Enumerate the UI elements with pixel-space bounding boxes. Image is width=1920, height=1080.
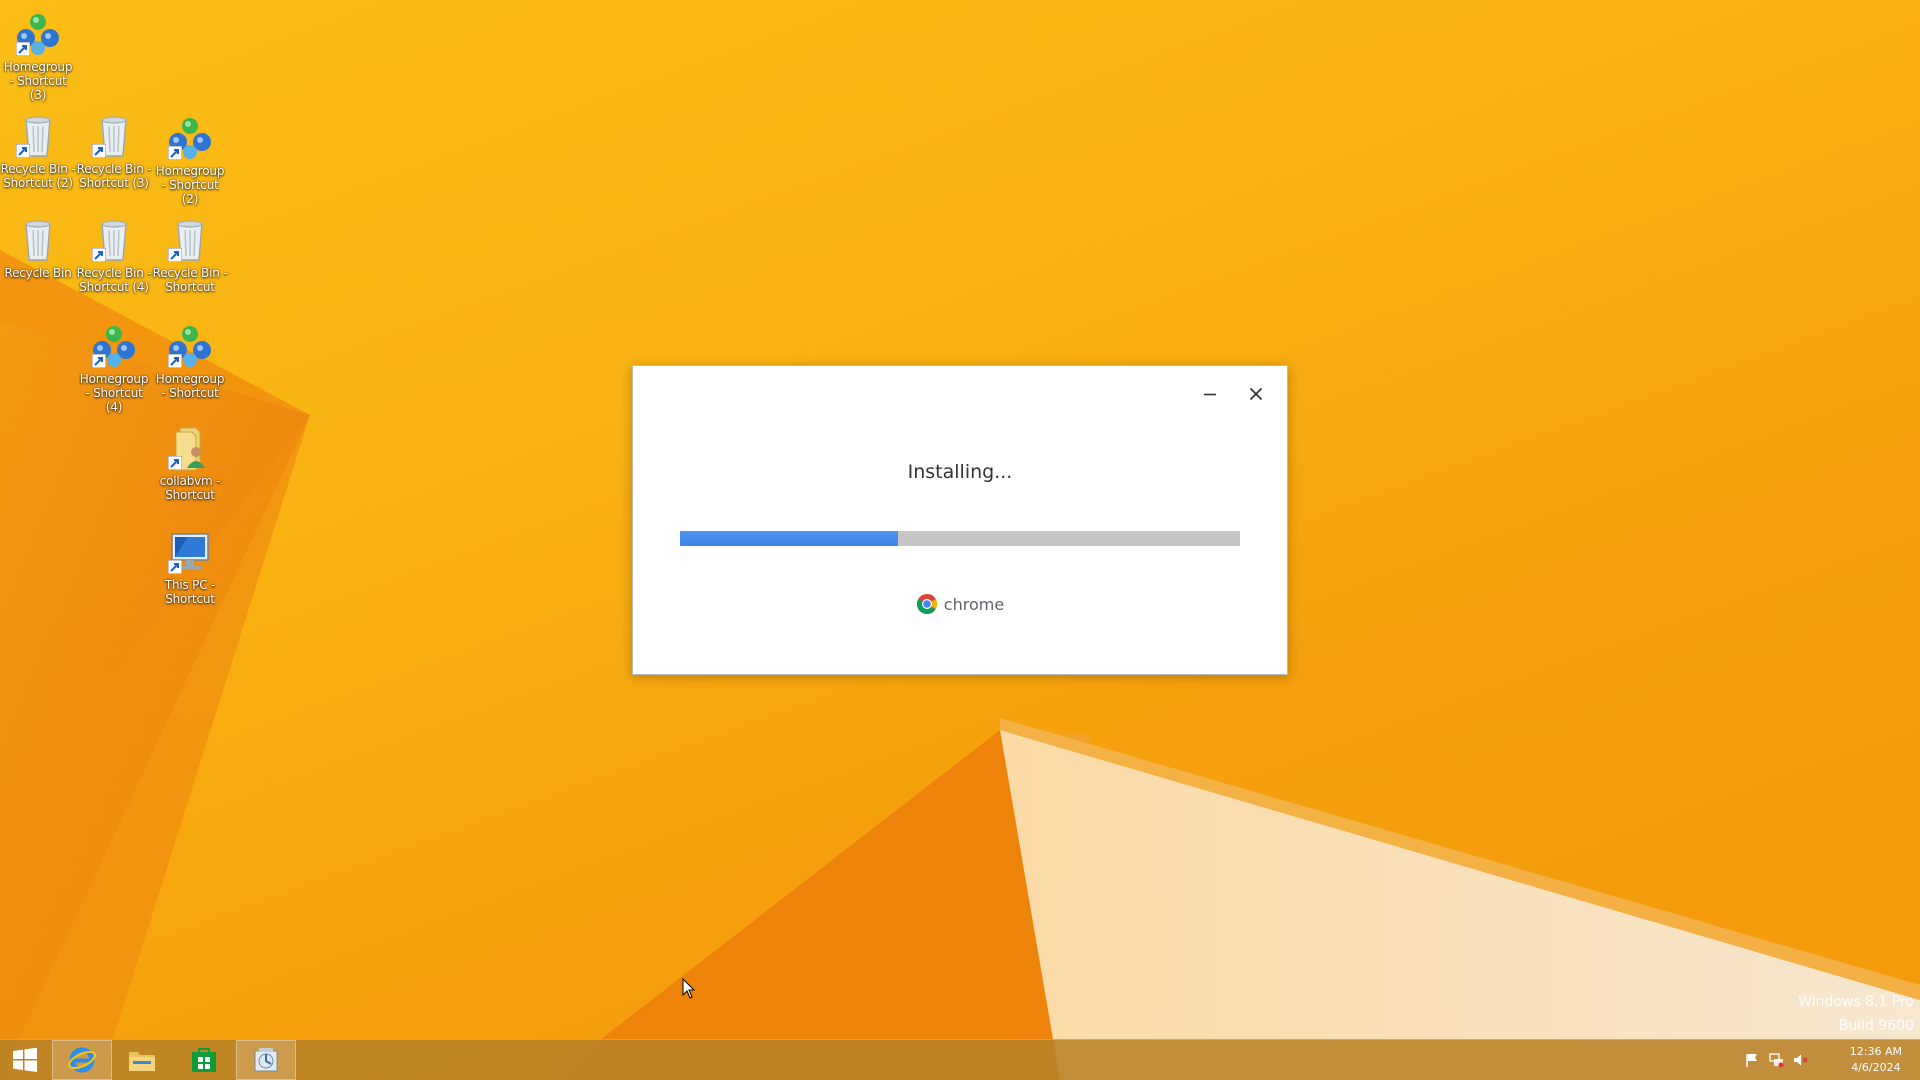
action-center-flag-icon[interactable] <box>1744 1052 1760 1068</box>
desktop-icon-label: Recycle Bin - Shortcut (4) <box>76 266 152 294</box>
user-folder-icon <box>166 424 214 472</box>
chrome-installer-icon <box>254 1048 278 1072</box>
chrome-brand: chrome <box>633 593 1287 615</box>
desktop-icon-label: Recycle Bin - Shortcut (3) <box>76 162 152 190</box>
shortcut-arrow-icon <box>168 354 182 368</box>
recycle-bin-icon <box>14 216 62 264</box>
minimize-icon <box>1204 393 1216 396</box>
store-icon <box>192 1048 216 1072</box>
watermark-edition: Windows 8.1 Pro <box>1798 994 1914 1010</box>
homegroup-icon <box>90 322 138 370</box>
start-icon <box>13 1047 37 1072</box>
taskbar-file-explorer[interactable] <box>112 1040 172 1080</box>
start-button[interactable] <box>0 1040 50 1080</box>
install-progress-fill <box>680 531 899 546</box>
recycle-bin-icon <box>90 216 138 264</box>
desktop-icon-homegroup-shortcut-4[interactable]: Homegroup - Shortcut (4) <box>76 322 152 414</box>
desktop-icon-recycle-bin-shortcut-4[interactable]: Recycle Bin - Shortcut (4) <box>76 216 152 294</box>
shortcut-arrow-icon <box>16 144 30 158</box>
volume-muted-icon[interactable] <box>1792 1052 1808 1068</box>
desktop-icon-label: Homegroup - Shortcut (2) <box>155 164 225 206</box>
desktop-icon-label: Homegroup - Shortcut (3) <box>3 60 73 102</box>
close-icon <box>1249 387 1263 401</box>
desktop-icon-label: This PC - Shortcut <box>164 578 216 606</box>
network-icon[interactable] <box>1768 1052 1784 1068</box>
clock-date: 4/6/2024 <box>1851 1061 1901 1074</box>
shortcut-arrow-icon <box>168 456 182 470</box>
shortcut-arrow-icon <box>168 248 182 262</box>
desktop-icon-label: Recycle Bin - Shortcut (2) <box>0 162 76 190</box>
desktop[interactable]: Homegroup - Shortcut (3) Recycle Bin - Sho… <box>0 0 1920 1080</box>
system-tray: 12:36 AM 4/6/2024 <box>1720 1040 1920 1080</box>
internet-explorer-icon <box>68 1047 96 1073</box>
shortcut-arrow-icon <box>16 42 30 56</box>
shortcut-arrow-icon <box>92 248 106 262</box>
taskbar: 12:36 AM 4/6/2024 <box>0 1039 1920 1080</box>
desktop-icon-this-pc-shortcut[interactable]: This PC - Shortcut <box>152 528 228 606</box>
mouse-cursor-icon <box>682 978 696 999</box>
recycle-bin-icon <box>14 112 62 160</box>
homegroup-icon <box>14 10 62 58</box>
desktop-icon-recycle-bin[interactable]: Recycle Bin <box>0 216 76 280</box>
desktop-icon-homegroup-shortcut-2[interactable]: Homegroup - Shortcut (2) <box>152 114 228 206</box>
file-explorer-icon <box>129 1052 155 1071</box>
desktop-icon-recycle-bin-shortcut-2[interactable]: Recycle Bin - Shortcut (2) <box>0 112 76 190</box>
taskbar-store[interactable] <box>174 1040 234 1080</box>
shortcut-arrow-icon <box>92 144 106 158</box>
chrome-wordmark: chrome <box>943 594 1005 614</box>
recycle-bin-icon <box>90 112 138 160</box>
taskbar-chrome-installer[interactable] <box>236 1040 296 1080</box>
taskbar-clock[interactable]: 12:36 AM 4/6/2024 <box>1850 1044 1902 1076</box>
desktop-icon-homegroup-shortcut[interactable]: Homegroup - Shortcut <box>152 322 228 400</box>
minimize-button[interactable] <box>1193 380 1227 408</box>
shortcut-arrow-icon <box>168 560 182 574</box>
desktop-icon-label: Recycle Bin <box>4 266 72 280</box>
desktop-icon-label: Homegroup - Shortcut <box>155 372 225 400</box>
install-progress-bar <box>680 531 1240 546</box>
desktop-icon-collabvm-shortcut[interactable]: collabvm - Shortcut <box>152 424 228 502</box>
recycle-bin-icon <box>166 216 214 264</box>
close-button[interactable] <box>1239 380 1273 408</box>
watermark-build: Build 9600 <box>1838 1018 1914 1034</box>
desktop-icon-label: Recycle Bin - Shortcut <box>152 266 228 294</box>
shortcut-arrow-icon <box>168 146 182 160</box>
desktop-icon-label: collabvm - Shortcut <box>159 474 221 502</box>
install-status-text: Installing... <box>907 461 1013 483</box>
chrome-installer-window[interactable]: Installing... chrome <box>632 365 1288 675</box>
chrome-logo-icon <box>916 594 937 614</box>
windows-watermark: Windows 8.1 Pro Build 9600 <box>1798 990 1914 1038</box>
homegroup-icon <box>166 114 214 162</box>
desktop-icon-recycle-bin-shortcut-3[interactable]: Recycle Bin - Shortcut (3) <box>76 112 152 190</box>
clock-time: 12:36 AM <box>1849 1045 1902 1058</box>
taskbar-internet-explorer[interactable] <box>52 1040 112 1080</box>
desktop-icon-recycle-bin-shortcut[interactable]: Recycle Bin - Shortcut <box>152 216 228 294</box>
desktop-icon-label: Homegroup - Shortcut (4) <box>79 372 149 414</box>
desktop-icon-homegroup-shortcut-3[interactable]: Homegroup - Shortcut (3) <box>0 10 76 102</box>
homegroup-icon <box>166 322 214 370</box>
shortcut-arrow-icon <box>92 354 106 368</box>
this-pc-icon <box>166 528 214 576</box>
